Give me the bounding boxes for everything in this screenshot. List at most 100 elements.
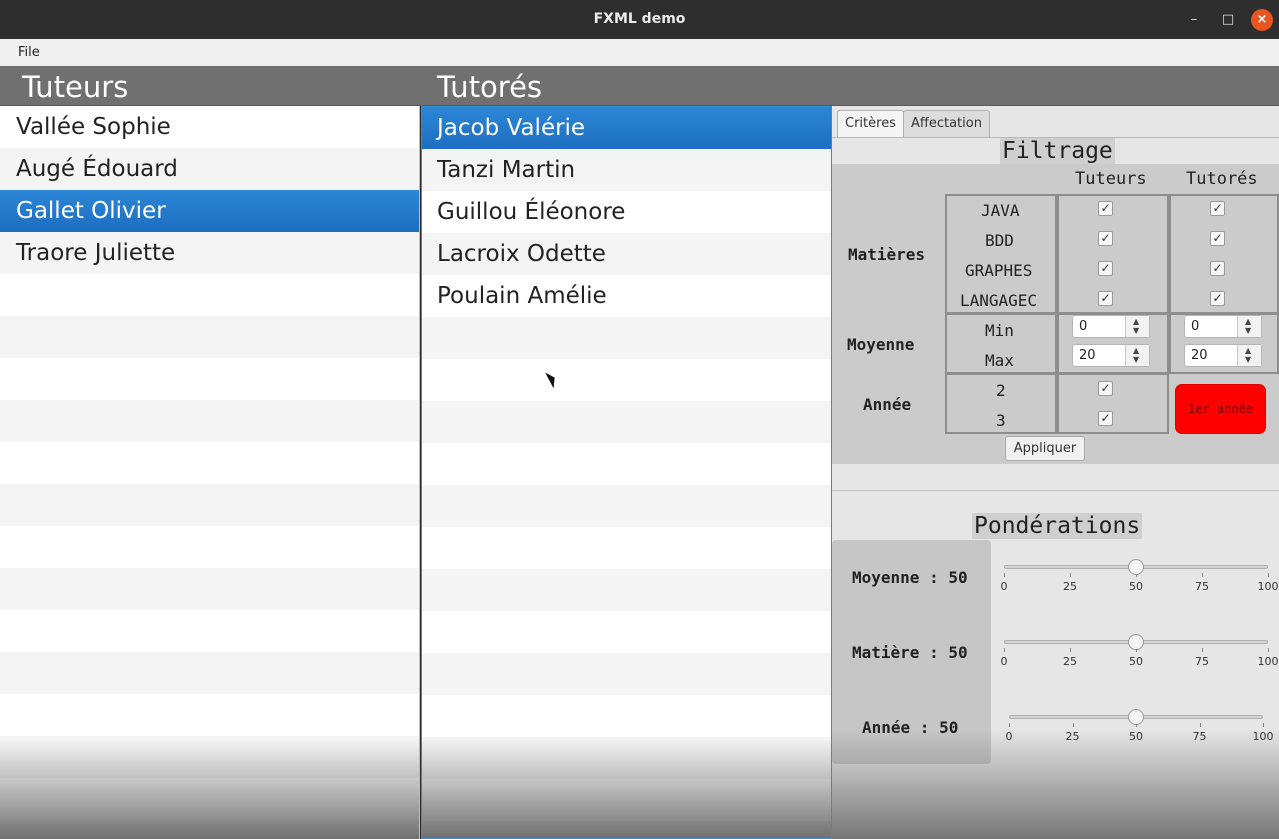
check-icon[interactable]: ✓ — [1098, 261, 1113, 276]
menu-file[interactable]: File — [18, 45, 40, 60]
matiere-bdd: BDD — [985, 231, 1014, 250]
list-item[interactable]: Traore Juliette — [0, 232, 419, 274]
close-icon[interactable]: × — [1251, 9, 1273, 31]
empty-row — [0, 274, 419, 316]
empty-row — [422, 779, 831, 821]
arrow-down-icon[interactable]: ▼ — [1133, 327, 1139, 335]
empty-row — [0, 694, 419, 736]
slider-thumb[interactable] — [1128, 709, 1144, 725]
empty-row — [0, 778, 419, 820]
list-item[interactable]: Augé Édouard — [0, 148, 419, 190]
arrow-up-icon[interactable]: ▲ — [1133, 318, 1139, 326]
minimize-icon[interactable]: – — [1183, 9, 1205, 31]
tutores-list[interactable]: Jacob Valérie Tanzi Martin Guillou Éléon… — [421, 106, 832, 839]
slider-tick-label: 75 — [1192, 730, 1207, 743]
empty-row — [422, 317, 831, 359]
annee-3-label: 3 — [996, 411, 1006, 430]
slider-tick-label: 0 — [1000, 655, 1008, 668]
tab-criteres[interactable]: Critères — [837, 110, 904, 137]
check-icon[interactable]: ✓ — [1098, 231, 1113, 246]
empty-row — [422, 821, 831, 838]
arrow-up-icon[interactable]: ▲ — [1245, 347, 1251, 355]
matiere-java: JAVA — [981, 201, 1020, 220]
tuteurs-max-spinner[interactable]: 20 ▲ ▼ — [1072, 344, 1150, 367]
moyenne-weight-label: Moyenne : 50 — [852, 568, 968, 587]
spinner-arrows[interactable]: ▲ ▼ — [1125, 345, 1149, 366]
slider-thumb[interactable] — [1128, 559, 1144, 575]
annee-weight-slider[interactable]: 0 25 50 75 100 — [1005, 709, 1274, 749]
empty-row — [422, 737, 831, 779]
slider-tick-label: 75 — [1195, 655, 1209, 668]
min-label: Min — [985, 321, 1014, 340]
slider-tick-label: 25 — [1063, 655, 1077, 668]
empty-row — [0, 736, 419, 778]
menu-bar: File — [0, 39, 1279, 66]
slider-tick-label: 25 — [1065, 730, 1080, 743]
section-divider — [832, 490, 1279, 491]
slider-tick-mark — [1268, 648, 1269, 652]
spinner-arrows[interactable]: ▲ ▼ — [1237, 316, 1261, 337]
slider-tick-label: 75 — [1195, 580, 1209, 593]
spinner-value[interactable]: 0 — [1079, 319, 1087, 334]
slider-tick-label: 0 — [1005, 730, 1013, 743]
check-icon[interactable]: ✓ — [1098, 291, 1113, 306]
spinner-arrows[interactable]: ▲ ▼ — [1237, 345, 1261, 366]
empty-row — [0, 526, 419, 568]
apply-button[interactable]: Appliquer — [1005, 436, 1085, 461]
moyenne-weight-slider[interactable]: 0 25 50 75 100 — [1000, 559, 1279, 599]
tutores-min-spinner[interactable]: 0 ▲ ▼ — [1184, 315, 1262, 338]
empty-row — [0, 820, 419, 839]
check-icon[interactable]: ✓ — [1210, 231, 1225, 246]
spinner-value[interactable]: 0 — [1191, 319, 1199, 334]
check-icon[interactable]: ✓ — [1210, 291, 1225, 306]
slider-tick-mark — [1072, 723, 1074, 727]
spinner-value[interactable]: 20 — [1191, 348, 1208, 363]
annee-tuteurs-box — [1057, 373, 1169, 434]
tuteurs-list[interactable]: Vallée Sophie Augé Édouard Gallet Olivie… — [0, 106, 420, 839]
slider-tick-mark — [1268, 573, 1269, 577]
slider-tick-mark — [1009, 723, 1010, 727]
slider-thumb[interactable] — [1128, 634, 1144, 650]
matiere-weight-slider[interactable]: 0 25 50 75 100 — [1000, 634, 1279, 674]
slider-tick-label: 0 — [1000, 580, 1008, 593]
window-titlebar: FXML demo – □ × — [0, 0, 1279, 39]
tuteurs-min-spinner[interactable]: 0 ▲ ▼ — [1072, 315, 1150, 338]
matiere-weight-label: Matière : 50 — [852, 643, 968, 662]
list-item-selected[interactable]: Gallet Olivier — [0, 190, 419, 232]
list-item[interactable]: Lacroix Odette — [422, 233, 831, 275]
spinner-value[interactable]: 20 — [1079, 348, 1096, 363]
list-item-selected[interactable]: Jacob Valérie — [422, 107, 831, 149]
empty-row — [422, 485, 831, 527]
slider-tick-label: 50 — [1129, 580, 1143, 593]
check-icon[interactable]: ✓ — [1210, 201, 1225, 216]
check-icon[interactable]: ✓ — [1098, 381, 1113, 396]
check-icon[interactable]: ✓ — [1210, 261, 1225, 276]
arrow-down-icon[interactable]: ▼ — [1245, 356, 1251, 364]
check-icon[interactable]: ✓ — [1098, 411, 1113, 426]
slider-tick-mark — [1199, 723, 1201, 727]
list-item[interactable]: Tanzi Martin — [422, 149, 831, 191]
arrow-up-icon[interactable]: ▲ — [1245, 318, 1251, 326]
tutores-heading: Tutorés — [437, 70, 543, 104]
list-item[interactable]: Poulain Amélie — [422, 275, 831, 317]
check-icon[interactable]: ✓ — [1098, 201, 1113, 216]
spinner-arrows[interactable]: ▲ ▼ — [1125, 316, 1149, 337]
tutores-max-spinner[interactable]: 20 ▲ ▼ — [1184, 344, 1262, 367]
arrow-down-icon[interactable]: ▼ — [1133, 356, 1139, 364]
empty-row — [0, 442, 419, 484]
slider-tick-mark — [1263, 723, 1264, 727]
slider-tick-mark — [1202, 648, 1203, 652]
arrow-up-icon[interactable]: ▲ — [1133, 347, 1139, 355]
column-header-tuteurs: Tuteurs — [1075, 169, 1147, 189]
first-year-button[interactable]: 1er année — [1175, 384, 1266, 434]
slider-tick-mark — [1202, 573, 1203, 577]
slider-tick-mark — [1004, 648, 1005, 652]
tab-affectation[interactable]: Affectation — [903, 110, 990, 137]
maximize-icon[interactable]: □ — [1217, 9, 1239, 31]
list-item[interactable]: Guillou Éléonore — [422, 191, 831, 233]
criteria-panel: Critères Affectation Filtrage Tuteurs Tu… — [832, 106, 1279, 839]
tuteurs-heading: Tuteurs — [22, 70, 129, 104]
arrow-down-icon[interactable]: ▼ — [1245, 327, 1251, 335]
slider-tick-label: 50 — [1129, 730, 1143, 743]
list-item[interactable]: Vallée Sophie — [0, 106, 419, 148]
